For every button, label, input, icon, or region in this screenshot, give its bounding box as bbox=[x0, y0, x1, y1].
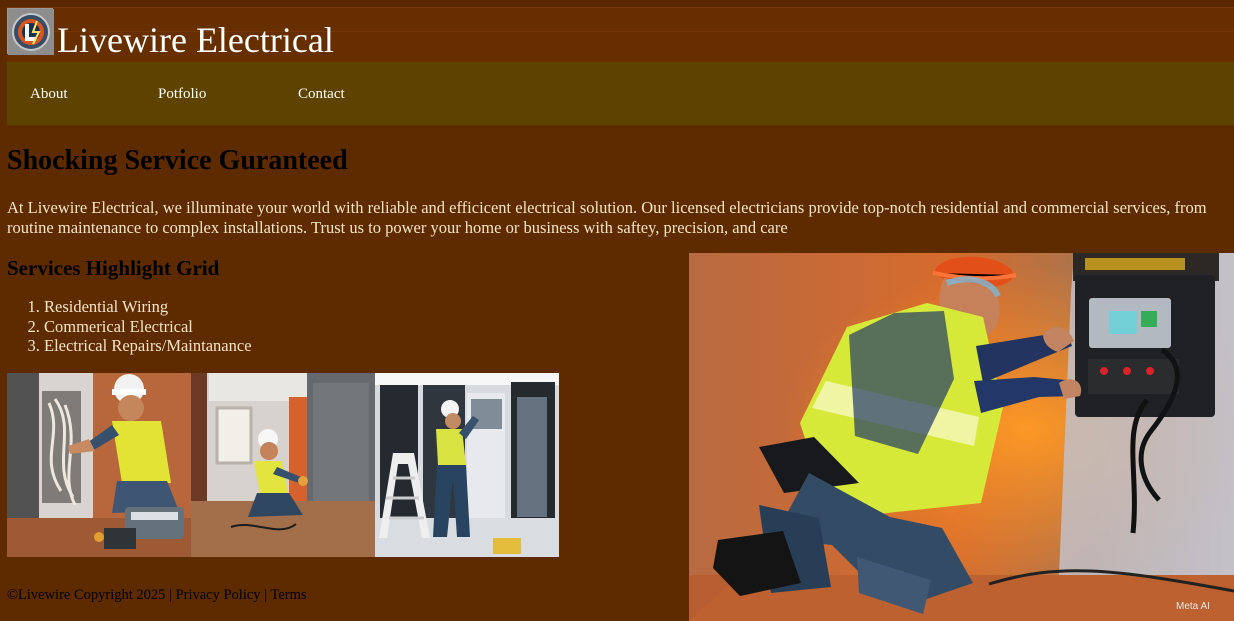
top-strip bbox=[0, 0, 1234, 7]
service-item-residential-wiring: Residential Wiring bbox=[44, 297, 252, 317]
hero-title: Shocking Service Guranteed bbox=[7, 145, 348, 176]
service-item-repairs-maintenance: Electrical Repairs/Maintanance bbox=[44, 336, 252, 356]
electrical-repairs-photo bbox=[375, 373, 559, 557]
copyright-text: ©Livewire Copyright 2025 bbox=[7, 587, 166, 603]
nav-link-contact[interactable]: Contact bbox=[298, 85, 345, 103]
electrician-panel-photo: Meta AI bbox=[689, 253, 1234, 621]
footer-separator: | bbox=[264, 587, 268, 603]
page: Livewire Electrical About Potfolio Conta… bbox=[0, 0, 1234, 621]
residential-wiring-photo bbox=[7, 373, 191, 557]
main-navigation: About Potfolio Contact bbox=[7, 62, 1234, 125]
site-header: Livewire Electrical bbox=[7, 7, 1234, 62]
nav-link-about[interactable]: About bbox=[30, 85, 68, 103]
meta-ai-watermark: Meta AI bbox=[1176, 601, 1210, 612]
nav-link-portfolio[interactable]: Potfolio bbox=[158, 85, 206, 103]
service-item-commercial-electrical: Commerical Electrical bbox=[44, 317, 252, 337]
services-title: Services Highlight Grid bbox=[7, 256, 220, 280]
site-title: Livewire Electrical bbox=[57, 20, 334, 60]
commercial-electrical-photo bbox=[191, 373, 375, 557]
services-gallery bbox=[7, 373, 559, 557]
site-footer: ©Livewire Copyright 2025 | Privacy Polic… bbox=[7, 587, 307, 604]
terms-link[interactable]: Terms bbox=[270, 587, 306, 603]
services-list: Residential Wiring Commerical Electrical… bbox=[44, 297, 252, 356]
livewire-logo-icon[interactable] bbox=[7, 8, 54, 55]
intro-paragraph: At Livewire Electrical, we illuminate yo… bbox=[7, 198, 1207, 237]
privacy-policy-link[interactable]: Privacy Policy bbox=[176, 587, 261, 603]
footer-separator: | bbox=[169, 587, 172, 603]
